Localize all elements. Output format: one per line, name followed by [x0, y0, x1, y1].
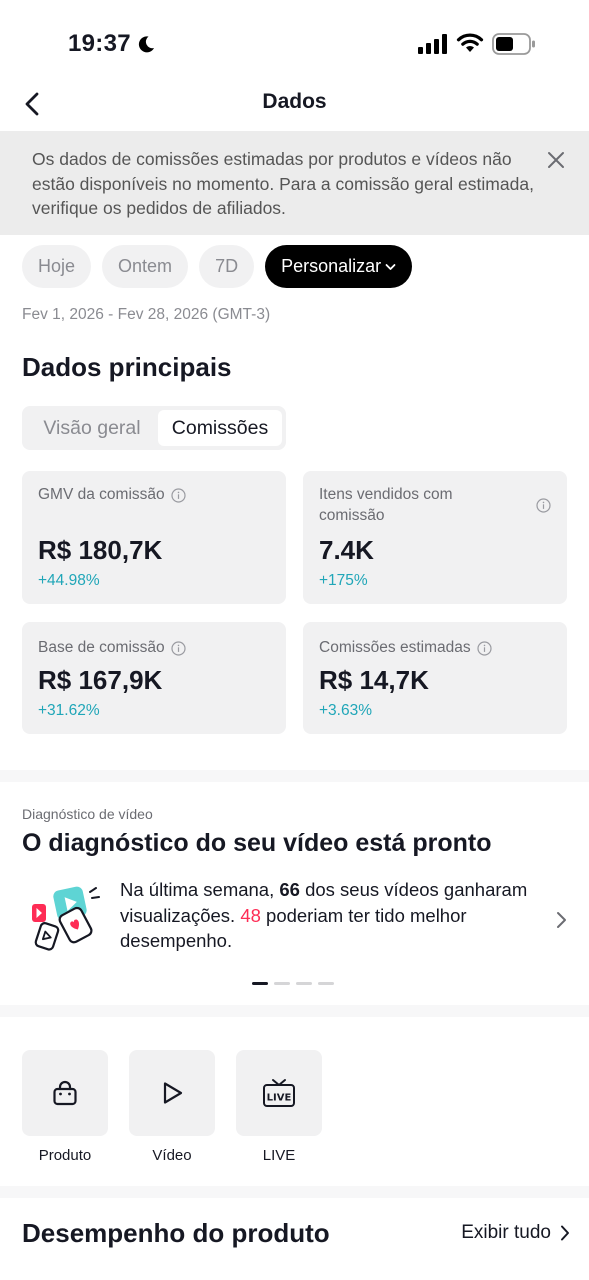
chevron-right-icon[interactable] [555, 910, 569, 930]
chevron-down-icon [385, 263, 396, 270]
shortcut-label: Produto [38, 1147, 92, 1164]
main-data-tabs: Visão geral Comissões [22, 406, 286, 450]
shortcut-video[interactable]: Vídeo [129, 1050, 215, 1164]
carousel-dot[interactable] [296, 982, 312, 985]
page-title: Dados [262, 90, 327, 113]
tab-commissions[interactable]: Comissões [158, 410, 282, 446]
underperformed-count: 48 [240, 904, 261, 926]
svg-text:LIVE: LIVE [267, 1093, 292, 1104]
metric-card-commission-base[interactable]: Base de comissão R$ 167,9K +31.62% [22, 622, 286, 734]
metric-label: GMV da comissão [38, 486, 165, 503]
status-bar: 19:37 [0, 0, 589, 80]
moon-icon [138, 36, 154, 53]
chevron-right-icon [561, 1225, 569, 1241]
info-notice-banner: Os dados de comissões estimadas por prod… [0, 131, 589, 235]
chip-7d[interactable]: 7D [199, 245, 255, 288]
nav-header: Dados [0, 80, 589, 130]
metric-delta: +175% [319, 572, 368, 589]
metric-card-estimated-commissions[interactable]: Comissões estimadas R$ 14,7K +3.63% [303, 622, 567, 734]
live-tv-icon: LIVE [263, 1079, 295, 1107]
product-performance-title: Desempenho do produto [22, 1218, 330, 1248]
battery-icon [492, 33, 535, 55]
diagnostic-overline: Diagnóstico de vídeo [22, 806, 153, 822]
metric-label: Itens vendidos com comissão [319, 486, 453, 524]
shopping-bag-icon [53, 1080, 77, 1106]
play-icon [163, 1082, 183, 1104]
view-all-link[interactable]: Exibir tudo [461, 1222, 571, 1244]
shortcut-product[interactable]: Produto [22, 1050, 108, 1164]
shortcut-label: LIVE [262, 1147, 296, 1164]
metric-value: R$ 180,7K [38, 535, 163, 565]
metric-label: Base de comissão [38, 639, 165, 656]
section-divider [0, 1186, 589, 1198]
views-gained-count: 66 [279, 879, 300, 900]
info-icon[interactable] [171, 488, 186, 503]
tab-overview[interactable]: Visão geral [26, 410, 158, 446]
cellular-signal-icon [418, 34, 447, 54]
notice-text: Os dados de comissões estimadas por prod… [32, 149, 534, 218]
chip-personalizar[interactable]: Personalizar [265, 245, 413, 288]
chip-hoje[interactable]: Hoje [22, 245, 92, 288]
info-icon[interactable] [477, 641, 492, 656]
main-data-title: Dados principais [22, 352, 232, 382]
metric-delta: +3.63% [319, 702, 373, 719]
video-diagnostic-illustration-icon [32, 886, 100, 951]
info-icon[interactable] [536, 498, 551, 513]
metric-delta: +31.62% [38, 702, 100, 719]
section-divider [0, 1005, 589, 1017]
metric-card-gmv[interactable]: GMV da comissão R$ 180,7K +44.98% [22, 471, 286, 604]
carousel-dot[interactable] [274, 982, 290, 985]
section-divider [0, 770, 589, 782]
metric-delta: +44.98% [38, 572, 100, 589]
diagnostic-summary: Na última semana, 66 dos seus vídeos gan… [120, 879, 528, 951]
shortcut-live[interactable]: LIVE LIVE [236, 1050, 322, 1164]
shortcut-label: Vídeo [152, 1147, 192, 1164]
metric-card-items-sold[interactable]: Itens vendidos com comissão 7.4K +175% [303, 471, 567, 604]
close-icon[interactable] [545, 149, 567, 171]
info-icon[interactable] [171, 641, 186, 656]
diagnostic-title: O diagnóstico do seu vídeo está pronto [22, 829, 492, 857]
carousel-dot[interactable] [252, 982, 268, 985]
metric-value: 7.4K [319, 535, 374, 565]
wifi-icon [456, 33, 484, 52]
metric-value: R$ 14,7K [319, 665, 429, 695]
chip-ontem[interactable]: Ontem [102, 245, 189, 288]
date-filter-chips: Hoje Ontem 7D Personalizar [22, 245, 413, 288]
metric-label: Comissões estimadas [319, 639, 471, 656]
metric-value: R$ 167,9K [38, 665, 163, 695]
date-range-label: Fev 1, 2026 - Fev 28, 2026 (GMT-3) [22, 306, 271, 323]
carousel-pagination [252, 982, 334, 985]
status-time: 19:37 [68, 30, 131, 57]
carousel-dot[interactable] [318, 982, 334, 985]
